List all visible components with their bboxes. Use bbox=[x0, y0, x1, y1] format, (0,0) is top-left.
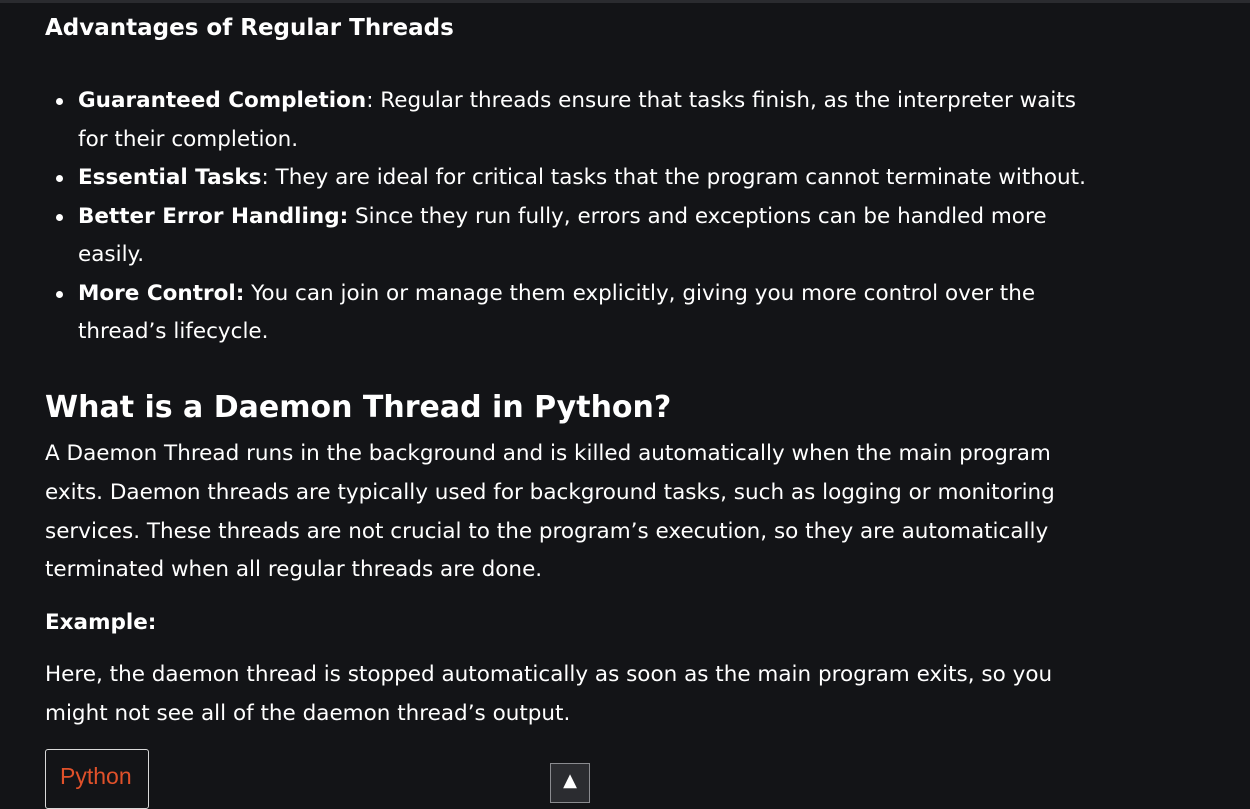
daemon-section-title: What is a Daemon Thread in Python? bbox=[45, 390, 672, 425]
list-item-term: Guaranteed Completion bbox=[78, 88, 367, 113]
daemon-intro-paragraph: A Daemon Thread runs in the background a… bbox=[45, 441, 1055, 583]
example-description: Here, the daemon thread is stopped autom… bbox=[45, 662, 1053, 726]
example-label: Example: bbox=[45, 610, 157, 635]
scroll-to-top-button[interactable]: ▲ bbox=[550, 763, 590, 803]
advantages-list: Guaranteed Completion: Regular threads e… bbox=[45, 82, 1105, 352]
list-item-text: : They are ideal for critical tasks that… bbox=[261, 165, 1086, 190]
code-language-label: Python bbox=[60, 763, 132, 789]
list-item-term: More Control: bbox=[78, 280, 245, 306]
arrow-up-icon: ▲ bbox=[563, 770, 577, 791]
list-item: Better Error Handling: Since they run fu… bbox=[45, 198, 1105, 275]
list-item-term: Essential Tasks bbox=[78, 165, 262, 190]
list-item-term: Better Error Handling: bbox=[78, 203, 349, 229]
code-language-tab-python[interactable]: Python bbox=[45, 749, 149, 809]
list-item: Guaranteed Completion: Regular threads e… bbox=[45, 82, 1105, 159]
list-item: More Control: You can join or manage the… bbox=[45, 275, 1105, 352]
top-divider bbox=[0, 0, 1250, 3]
advantages-heading: Advantages of Regular Threads bbox=[45, 15, 454, 41]
list-item: Essential Tasks: They are ideal for crit… bbox=[45, 159, 1105, 198]
